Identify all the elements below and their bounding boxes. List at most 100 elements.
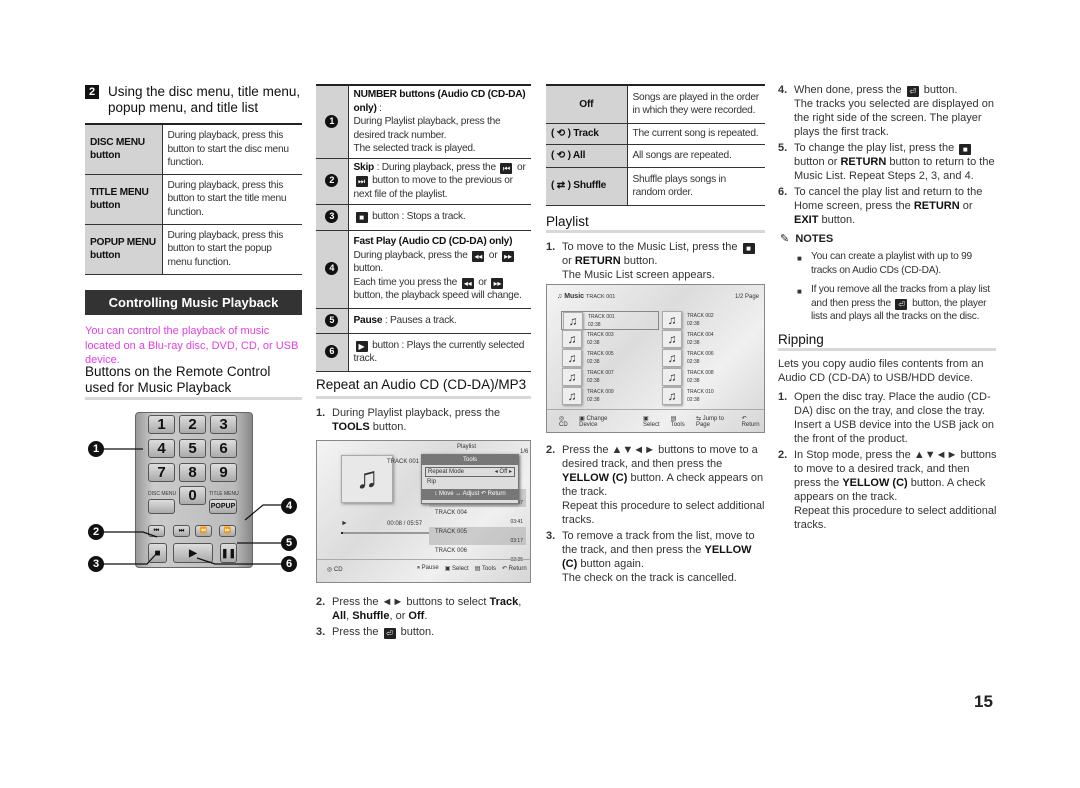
source-indicator: ◎ CD bbox=[327, 567, 343, 573]
playlist-track[interactable]: TRACK 005 03:17 bbox=[429, 527, 526, 545]
section-title-line2: popup menu, and title list bbox=[108, 100, 259, 115]
callout-1: 1 bbox=[88, 441, 104, 457]
callout-2: 2 bbox=[88, 524, 104, 540]
remote-heading: Buttons on the Remote Control used for M… bbox=[85, 364, 271, 395]
track-duration: 02:38 bbox=[587, 378, 600, 384]
bold-term: RETURN bbox=[574, 255, 621, 267]
track-name: TRACK 004 bbox=[435, 510, 468, 516]
step-item: 1. To move to the Music List, press the ■… bbox=[546, 240, 765, 282]
ripping-heading: Ripping bbox=[778, 332, 824, 347]
tools-popup: Tools Repeat Mode ◂ Off ▸ Rip ↕ Move ↔ Ad… bbox=[421, 454, 519, 504]
text-line: NUMBER buttons (Audio CD (CD-DA) only) : bbox=[354, 88, 527, 115]
playlist-heading: Playlist bbox=[546, 214, 589, 229]
text-line: Each time you press the ◂◂ or ▸▸ button,… bbox=[354, 276, 527, 303]
repeat-mode: ( ⇄ ) Shuffle bbox=[546, 167, 628, 206]
bold-term: TOOLS bbox=[332, 421, 370, 433]
track-duration: 02:38 bbox=[587, 359, 600, 365]
music-title: ♫ Music TRACK 001 bbox=[557, 293, 616, 300]
music-note-icon: ♫ bbox=[562, 387, 582, 405]
text-line: To change the play list, press the ■ but… bbox=[794, 141, 998, 183]
repeat-mode-option[interactable]: Repeat Mode ◂ Off ▸ bbox=[425, 467, 515, 477]
bold-term: YELLOW (C) bbox=[842, 477, 908, 489]
track-name: TRACK 002 bbox=[687, 313, 714, 319]
track-name: TRACK 006 bbox=[687, 351, 714, 357]
track-name: TRACK 005 bbox=[587, 351, 614, 357]
text: Press the bbox=[332, 626, 382, 638]
text-line: You can create a playlist with up to 99 … bbox=[811, 250, 999, 277]
repeat-mode: ( ⟲ ) All bbox=[546, 144, 628, 168]
remote-buttons-table: 1 NUMBER buttons (Audio CD (CD-DA) only) … bbox=[316, 84, 531, 372]
track-name: TRACK 004 bbox=[687, 332, 714, 338]
playlist-track[interactable]: TRACK 004 03:41 bbox=[429, 508, 526, 526]
bold-term: Off bbox=[408, 610, 425, 622]
track-name: TRACK 001 bbox=[588, 314, 615, 320]
track-name: TRACK 010 bbox=[687, 389, 714, 395]
step-number: 2. bbox=[546, 444, 556, 456]
track-name: TRACK 003 bbox=[587, 332, 614, 338]
bold-term: RETURN bbox=[840, 156, 887, 168]
screen-footer: ◎ CD ▣ Change Device ▣ Select ▤ Tools ⇆ … bbox=[559, 415, 764, 428]
track-duration: 03:35 bbox=[510, 557, 523, 563]
music-track-item[interactable]: ♫ TRACK 009 02:38 bbox=[561, 387, 659, 406]
text-line: If you remove all the tracks from a play… bbox=[811, 283, 999, 324]
text: button : Plays the currently selected tr… bbox=[353, 339, 525, 365]
footer-return: ↶ Return bbox=[501, 566, 527, 572]
text: button. bbox=[818, 214, 856, 226]
text-line: The Music List screen appears. bbox=[562, 268, 765, 282]
music-track-item[interactable]: ♫ TRACK 002 02:38 bbox=[661, 311, 746, 330]
callout-number: 3 bbox=[325, 210, 339, 224]
music-track-item[interactable]: ♫ TRACK 003 02:38 bbox=[561, 330, 659, 349]
step-item: 3. Press the ⏎ button. bbox=[316, 625, 531, 639]
callout-4: 4 bbox=[281, 498, 297, 514]
playlist-steps-after: 2. Press the ▲▼◄► buttons to move to a de… bbox=[546, 443, 768, 587]
stop-icon: ■ bbox=[959, 144, 972, 155]
footer-tools: ▤ Tools bbox=[670, 416, 685, 428]
section-title-line1: Using the disc menu, title menu, bbox=[108, 84, 301, 99]
playlist-track[interactable]: TRACK 006 03:35 bbox=[429, 546, 526, 564]
bullet-icon: ■ bbox=[797, 254, 802, 263]
text: Repeat this procedure to select addition… bbox=[794, 505, 997, 531]
table-row: ( ⟲ ) Track The current song is repeated. bbox=[546, 123, 765, 145]
music-track-item[interactable]: ♫ TRACK 004 02:38 bbox=[661, 330, 746, 349]
text-line: During playback, press the ◂◂ or ▸▸ butt… bbox=[354, 249, 527, 276]
text-line: ■ button : Stops a track. bbox=[354, 210, 527, 224]
text: , bbox=[518, 596, 522, 608]
text: , or bbox=[389, 610, 409, 622]
repeat-steps-before: 1. During Playlist playback, press the TO… bbox=[316, 406, 531, 436]
music-track-item[interactable]: ♫ TRACK 001 02:38 bbox=[561, 311, 659, 330]
text-line: During Playlist playback, press the desi… bbox=[354, 115, 527, 142]
play-indicator-icon: ► bbox=[341, 520, 348, 527]
step-item: 2. Press the ◄► buttons to select Track, … bbox=[316, 595, 531, 623]
music-note-icon: ♫ bbox=[562, 330, 582, 348]
music-track-item[interactable]: ♫ TRACK 010 02:38 bbox=[661, 387, 746, 406]
button-name: DISC MENU button bbox=[85, 124, 163, 175]
text: button again. bbox=[577, 558, 644, 570]
button-description: During playback, press this button to st… bbox=[162, 124, 302, 175]
rip-option[interactable]: Rip bbox=[427, 479, 513, 489]
footer-source: ◎ CD bbox=[559, 416, 568, 428]
bold-term: Track bbox=[489, 596, 519, 608]
text-line: Skip : During playback, press the ⏮ or ⏭… bbox=[354, 161, 527, 202]
page-number: 15 bbox=[974, 692, 993, 711]
text: : During playback, press the bbox=[374, 161, 499, 173]
text: The selected track is played. bbox=[353, 143, 476, 154]
music-track-item[interactable]: ♫ TRACK 008 02:38 bbox=[661, 368, 746, 387]
repeat-description: Songs are played in the order in which t… bbox=[627, 85, 765, 124]
music-track-item[interactable]: ♫ TRACK 005 02:38 bbox=[561, 349, 659, 368]
text-line: ▶ button : Plays the currently selected … bbox=[354, 339, 527, 366]
text-line: When done, press the ⏎ button. bbox=[794, 83, 998, 97]
callout-lines bbox=[101, 448, 285, 565]
page-indicator: 1/2 Page bbox=[735, 294, 760, 300]
tools-screen: Playlist 1/6 ♫ TRACK 001 ► 00:08 / 05:57… bbox=[316, 440, 531, 583]
callout-number: 2 bbox=[325, 174, 339, 188]
menu-buttons-table: DISC MENU button During playback, press t… bbox=[85, 123, 302, 275]
footer-select: ▣ Select bbox=[642, 416, 660, 428]
step-item: 5. To change the play list, press the ■ b… bbox=[778, 141, 998, 183]
button-name: POPUP MENU button bbox=[85, 224, 163, 275]
music-track-item[interactable]: ♫ TRACK 007 02:38 bbox=[561, 368, 659, 387]
repeat-modes-table: Off Songs are played in the order in whic… bbox=[546, 84, 765, 206]
step-number: 6. bbox=[778, 186, 788, 198]
music-track-item[interactable]: ♫ TRACK 006 02:38 bbox=[661, 349, 746, 368]
text: During playback, press the bbox=[353, 249, 471, 261]
step-number: 3. bbox=[546, 530, 556, 542]
